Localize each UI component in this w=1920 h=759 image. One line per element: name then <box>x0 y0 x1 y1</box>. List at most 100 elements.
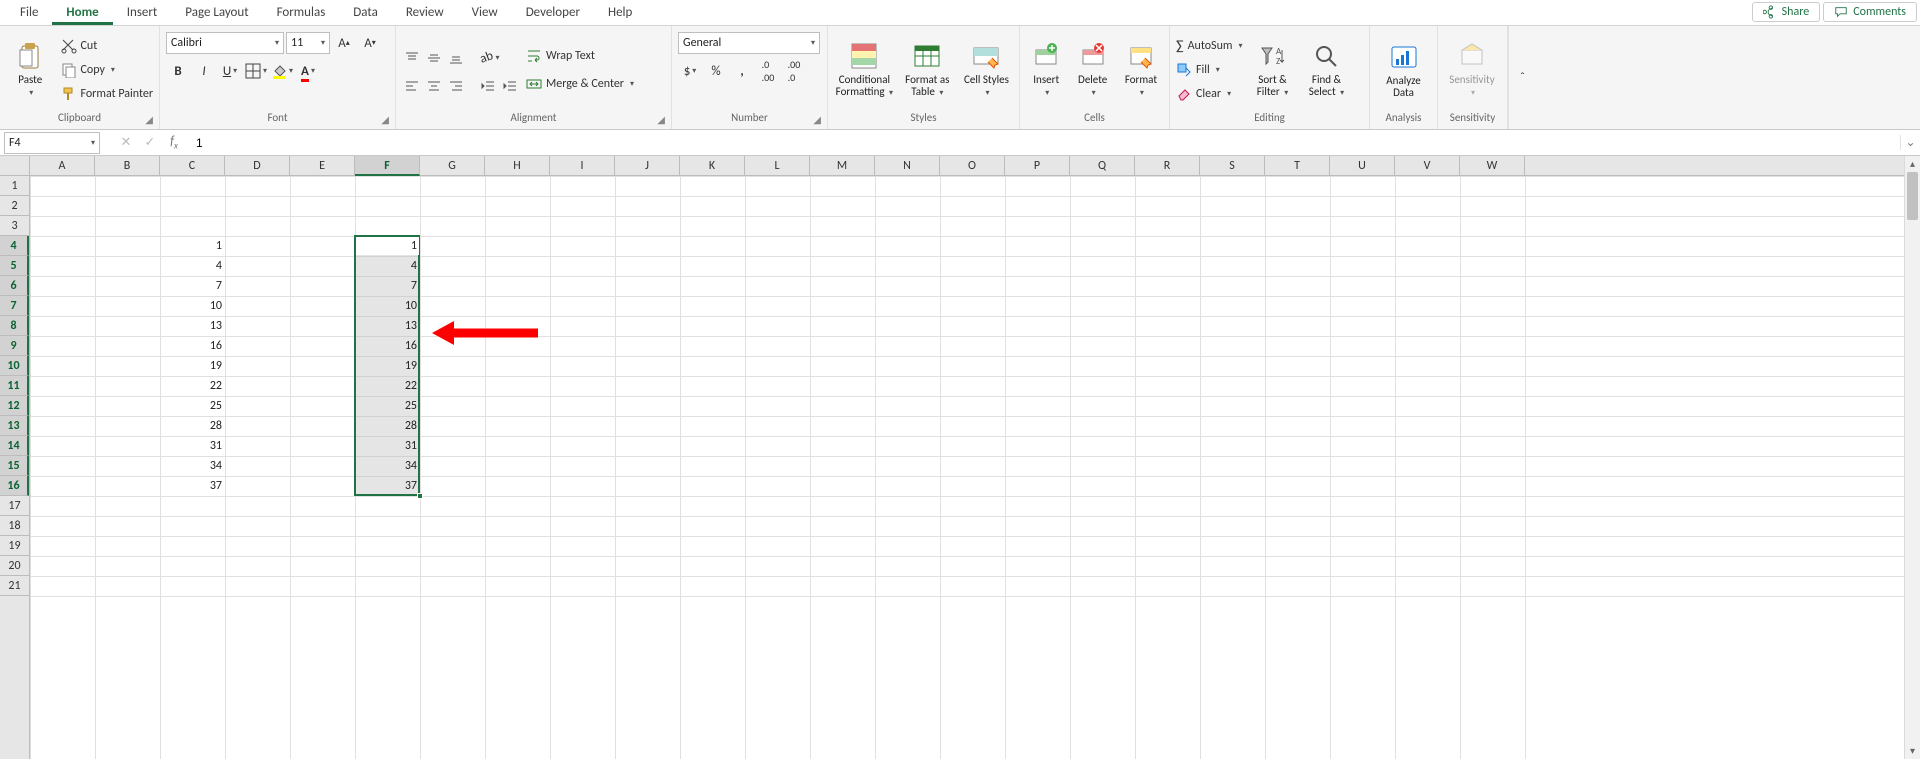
number-dialog-launcher[interactable]: ◢ <box>813 113 821 127</box>
cell-styles-button[interactable]: Cell Styles ▾ <box>960 30 1013 110</box>
column-header-J[interactable]: J <box>615 156 680 176</box>
cell-F9[interactable]: 16 <box>355 336 420 356</box>
row-header-10[interactable]: 10 <box>0 356 29 376</box>
cut-button[interactable]: Cut <box>61 35 154 57</box>
tab-developer[interactable]: Developer <box>512 1 594 25</box>
column-header-D[interactable]: D <box>225 156 290 176</box>
cell-F11[interactable]: 22 <box>355 376 420 396</box>
delete-cells-button[interactable]: Delete▾ <box>1072 30 1112 110</box>
conditional-formatting-button[interactable]: Conditional Formatting ▾ <box>834 30 895 110</box>
column-header-U[interactable]: U <box>1330 156 1395 176</box>
column-header-I[interactable]: I <box>550 156 615 176</box>
row-header-5[interactable]: 5 <box>0 256 29 276</box>
tab-page-layout[interactable]: Page Layout <box>171 1 262 25</box>
cell-C15[interactable]: 34 <box>160 456 225 476</box>
increase-font-size-button[interactable]: A▴ <box>332 32 356 54</box>
row-header-7[interactable]: 7 <box>0 296 29 316</box>
font-size-combo[interactable]: 11▾ <box>286 32 330 54</box>
scroll-down-button[interactable]: ▾ <box>1905 743 1920 759</box>
row-header-16[interactable]: 16 <box>0 476 29 496</box>
column-header-E[interactable]: E <box>290 156 355 176</box>
cell-F14[interactable]: 31 <box>355 436 420 456</box>
format-cells-button[interactable]: Format▾ <box>1119 30 1163 110</box>
cell-F16[interactable]: 37 <box>355 476 420 496</box>
scroll-up-button[interactable]: ▴ <box>1905 156 1920 172</box>
share-button[interactable]: Share <box>1752 2 1821 22</box>
decrease-decimal-button[interactable]: .00.0 <box>782 60 806 82</box>
row-header-9[interactable]: 9 <box>0 336 29 356</box>
increase-decimal-button[interactable]: .0.00 <box>756 60 780 82</box>
cell-F15[interactable]: 34 <box>355 456 420 476</box>
tab-data[interactable]: Data <box>339 1 392 25</box>
fill-button[interactable]: Fill▾ <box>1176 59 1242 81</box>
tab-help[interactable]: Help <box>594 1 646 25</box>
cell-C10[interactable]: 19 <box>160 356 225 376</box>
accounting-format-button[interactable]: $▾ <box>678 60 702 82</box>
column-header-O[interactable]: O <box>940 156 1005 176</box>
tab-home[interactable]: Home <box>52 1 112 25</box>
sensitivity-button[interactable]: Sensitivity▾ <box>1444 30 1500 110</box>
format-painter-button[interactable]: Format Painter <box>61 83 154 105</box>
column-header-L[interactable]: L <box>745 156 810 176</box>
cell-F13[interactable]: 28 <box>355 416 420 436</box>
cell-F5[interactable]: 4 <box>355 256 420 276</box>
column-header-C[interactable]: C <box>160 156 225 176</box>
tab-view[interactable]: View <box>458 1 512 25</box>
tab-insert[interactable]: Insert <box>113 1 172 25</box>
column-header-B[interactable]: B <box>95 156 160 176</box>
wrap-text-button[interactable]: Wrap Text <box>526 45 634 67</box>
cell-F10[interactable]: 19 <box>355 356 420 376</box>
cell-C7[interactable]: 10 <box>160 296 225 316</box>
borders-button[interactable]: ▾ <box>244 60 268 82</box>
select-all-corner[interactable] <box>0 156 30 176</box>
row-header-18[interactable]: 18 <box>0 516 29 536</box>
cell-C4[interactable]: 1 <box>160 236 225 256</box>
alignment-dialog-launcher[interactable]: ◢ <box>657 113 665 127</box>
row-header-8[interactable]: 8 <box>0 316 29 336</box>
column-header-K[interactable]: K <box>680 156 745 176</box>
ribbon-collapse-button[interactable]: ˆ <box>1508 26 1536 129</box>
cell-C8[interactable]: 13 <box>160 316 225 336</box>
row-header-11[interactable]: 11 <box>0 376 29 396</box>
tab-file[interactable]: File <box>6 1 52 25</box>
clear-button[interactable]: Clear▾ <box>1176 83 1242 105</box>
column-header-M[interactable]: M <box>810 156 875 176</box>
row-header-12[interactable]: 12 <box>0 396 29 416</box>
fill-color-button[interactable]: ▾ <box>270 60 294 82</box>
number-format-combo[interactable]: General▾ <box>678 32 820 54</box>
vertical-scrollbar[interactable]: ▴ ▾ <box>1904 156 1920 759</box>
font-name-combo[interactable]: Calibri▾ <box>166 32 284 54</box>
fill-handle[interactable] <box>417 493 423 499</box>
font-color-button[interactable]: A▾ <box>296 60 320 82</box>
cell-C13[interactable]: 28 <box>160 416 225 436</box>
autosum-button[interactable]: ∑AutoSum▾ <box>1176 35 1242 57</box>
enter-formula-button[interactable]: ✓ <box>138 132 162 154</box>
cell-F8[interactable]: 13 <box>355 316 420 336</box>
column-header-N[interactable]: N <box>875 156 940 176</box>
cancel-formula-button[interactable]: ✕ <box>114 132 138 154</box>
scroll-thumb[interactable] <box>1907 172 1918 220</box>
row-header-14[interactable]: 14 <box>0 436 29 456</box>
tab-review[interactable]: Review <box>392 1 458 25</box>
orientation-button[interactable]: ab▾ <box>478 47 502 69</box>
cell-area[interactable]: 1471013161922252831343714710131619222528… <box>30 176 1904 759</box>
column-headers[interactable]: ABCDEFGHIJKLMNOPQRSTUVW <box>30 156 1904 176</box>
row-header-3[interactable]: 3 <box>0 216 29 236</box>
insert-cells-button[interactable]: Insert▾ <box>1026 30 1066 110</box>
row-header-19[interactable]: 19 <box>0 536 29 556</box>
tab-formulas[interactable]: Formulas <box>263 1 340 25</box>
formula-bar-expand-button[interactable]: ⌄ <box>1900 135 1920 150</box>
row-header-2[interactable]: 2 <box>0 196 29 216</box>
increase-indent-button[interactable] <box>500 75 520 97</box>
cell-C6[interactable]: 7 <box>160 276 225 296</box>
row-header-13[interactable]: 13 <box>0 416 29 436</box>
column-header-Q[interactable]: Q <box>1070 156 1135 176</box>
cell-C12[interactable]: 25 <box>160 396 225 416</box>
cell-F7[interactable]: 10 <box>355 296 420 316</box>
cell-C5[interactable]: 4 <box>160 256 225 276</box>
align-center-button[interactable] <box>424 75 444 97</box>
column-header-H[interactable]: H <box>485 156 550 176</box>
column-header-V[interactable]: V <box>1395 156 1460 176</box>
format-as-table-button[interactable]: Format as Table ▾ <box>901 30 954 110</box>
row-header-15[interactable]: 15 <box>0 456 29 476</box>
